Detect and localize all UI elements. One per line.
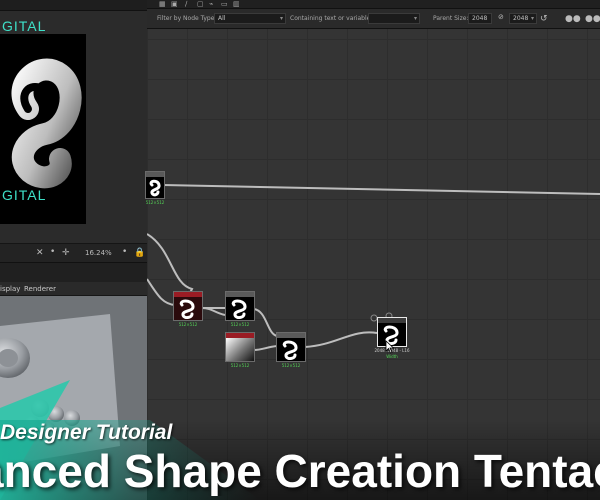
link-size-icon[interactable]: ⊘ (498, 13, 504, 21)
menu-renderer[interactable]: Renderer (24, 285, 56, 293)
camera-icon[interactable]: ▣ (171, 0, 178, 8)
parent-size-width-dropdown[interactable]: 2048 (468, 13, 492, 24)
blend-thumb (282, 340, 298, 360)
node-blend-top[interactable]: 512×512 (225, 291, 255, 327)
2d-view-toolbar (0, 0, 147, 11)
connection-wire (162, 184, 600, 195)
chevron-down-icon: ▾ (530, 15, 534, 22)
frame-icon[interactable]: ▢ (197, 0, 204, 8)
brand-watermark-bottom: GITAL (2, 187, 47, 203)
parent-size-label: Parent Size: (433, 15, 469, 22)
2d-view-panel: GITAL GITAL ✕ • ✛ 16.24% • 🔒 (0, 0, 147, 262)
node-shortcuts-icon[interactable]: ●● (585, 14, 600, 24)
chevron-down-icon: ▾ (413, 15, 417, 22)
chevron-down-icon: ▾ (279, 15, 283, 22)
node-warp[interactable]: 512×512 (173, 291, 203, 327)
video-subtitle: Designer Tutorial (0, 421, 173, 444)
view-options-icon[interactable]: ●● (565, 14, 581, 24)
2d-view-statusbar: ✕ • ✛ 16.24% • 🔒 (0, 243, 147, 262)
video-title: anced Shape Creation Tentac (0, 446, 600, 496)
3d-view-menubar: isplay Renderer (0, 282, 147, 296)
text-filter-input[interactable]: ▾ (368, 13, 420, 24)
node-type-label: Filter by Node Type (157, 15, 215, 22)
mouse-cursor-icon (385, 340, 395, 354)
3d-view-header (0, 262, 147, 282)
zoom-level: 16.24% (85, 249, 112, 257)
dot-icon[interactable]: • (122, 247, 127, 257)
grid-icon[interactable]: ▦ (159, 0, 166, 8)
warp-thumb (174, 297, 202, 320)
fit-view-icon[interactable]: ✕ (36, 248, 44, 258)
node-input-shape[interactable]: 512×512 (145, 171, 165, 205)
menu-display[interactable]: isplay (0, 285, 20, 293)
align-icon[interactable]: ▭ (221, 0, 228, 8)
node-type-dropdown[interactable]: All ▾ (214, 13, 286, 24)
layout-icon[interactable]: ▥ (233, 0, 240, 8)
reset-icon[interactable]: ↺ (540, 14, 548, 24)
node-blend-bottom[interactable]: 512×512 (276, 332, 306, 368)
graph-toolbar: ▦ ▣ ∕ ▢ ⌁ ▭ ▥ (147, 0, 600, 9)
pen-icon[interactable]: ∕ (185, 0, 187, 8)
crosshair-icon[interactable]: ✛ (62, 248, 70, 258)
node-gradient[interactable]: 512×512 (225, 332, 255, 368)
text-filter-label: Containing text or variable: (290, 15, 373, 22)
blend-thumb (231, 299, 247, 319)
brand-watermark-top: GITAL (2, 18, 47, 34)
graph-filter-bar: Filter by Node Type All ▾ Containing tex… (147, 9, 600, 29)
parent-size-height-dropdown[interactable]: 2048 ▾ (509, 13, 537, 24)
center-dot-icon[interactable]: • (50, 247, 55, 257)
link-icon[interactable]: ⌁ (209, 0, 213, 8)
tentacle-thumb (149, 179, 161, 197)
lock-icon[interactable]: 🔒 (134, 248, 145, 258)
